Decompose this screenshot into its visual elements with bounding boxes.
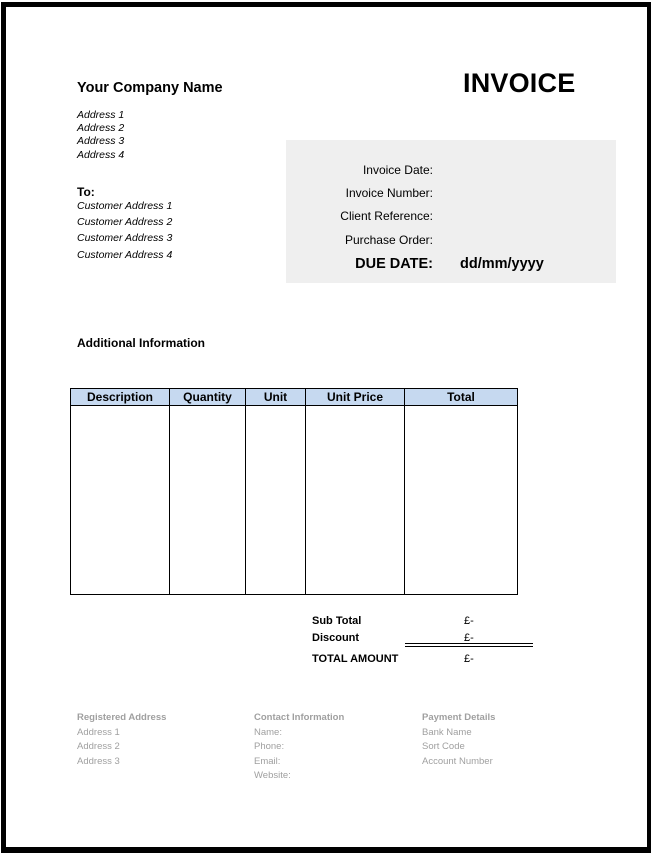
customer-address-line: Customer Address 1 xyxy=(77,200,173,212)
total-double-underline xyxy=(405,643,533,647)
company-address-line: Address 2 xyxy=(77,122,125,134)
quantity-cell[interactable] xyxy=(169,405,246,595)
customer-address-line: Customer Address 2 xyxy=(77,216,173,228)
unit-cell[interactable] xyxy=(245,405,306,595)
invoice-details-panel xyxy=(286,140,616,283)
total-cell[interactable] xyxy=(404,405,518,595)
bank-name-label: Bank Name xyxy=(422,727,472,738)
description-cell[interactable] xyxy=(70,405,170,595)
unit-price-cell[interactable] xyxy=(305,405,405,595)
account-number-label: Account Number xyxy=(422,756,493,767)
discount-label: Discount xyxy=(312,632,360,644)
registered-address-line: Address 1 xyxy=(77,727,120,738)
column-header-total: Total xyxy=(404,388,518,406)
purchase-order-label: Purchase Order: xyxy=(344,233,433,247)
customer-address-line: Customer Address 3 xyxy=(77,232,173,244)
recipient-label: To: xyxy=(77,185,95,199)
column-header-description: Description xyxy=(70,388,170,406)
company-address-line: Address 1 xyxy=(77,109,125,121)
total-amount-label: TOTAL AMOUNT xyxy=(312,653,399,665)
company-name: Your Company Name xyxy=(77,80,223,96)
due-date-label: DUE DATE: xyxy=(355,256,433,272)
column-header-quantity: Quantity xyxy=(169,388,246,406)
registered-address-line: Address 3 xyxy=(77,756,120,767)
sort-code-label: Sort Code xyxy=(422,741,465,752)
total-amount-value: £- xyxy=(464,653,474,665)
invoice-number-label: Invoice Number: xyxy=(345,186,433,200)
contact-phone-label: Phone: xyxy=(254,741,285,752)
line-items-table: Description Quantity Unit Unit Price Tot… xyxy=(70,388,518,595)
column-header-unit: Unit xyxy=(245,388,306,406)
contact-information-heading: Contact Information xyxy=(254,712,345,723)
payment-details-heading: Payment Details xyxy=(422,712,496,723)
subtotal-label: Sub Total xyxy=(312,615,362,627)
registered-address-line: Address 2 xyxy=(77,741,120,752)
table-row xyxy=(70,405,518,595)
client-reference-label: Client Reference: xyxy=(340,209,433,223)
invoice-title: INVOICE xyxy=(463,68,576,98)
subtotal-value: £- xyxy=(464,615,474,627)
invoice-date-label: Invoice Date: xyxy=(362,163,433,177)
contact-name-label: Name: xyxy=(254,727,282,738)
table-header-row: Description Quantity Unit Unit Price Tot… xyxy=(70,388,518,406)
contact-email-label: Email: xyxy=(254,756,281,767)
registered-address-heading: Registered Address xyxy=(77,712,167,723)
company-address-line: Address 3 xyxy=(77,135,125,147)
column-header-unit-price: Unit Price xyxy=(305,388,405,406)
contact-website-label: Website: xyxy=(254,770,291,781)
due-date-value[interactable]: dd/mm/yyyy xyxy=(460,256,544,272)
additional-information-label: Additional Information xyxy=(77,336,205,350)
company-address-line: Address 4 xyxy=(77,149,125,161)
customer-address-line: Customer Address 4 xyxy=(77,249,173,261)
